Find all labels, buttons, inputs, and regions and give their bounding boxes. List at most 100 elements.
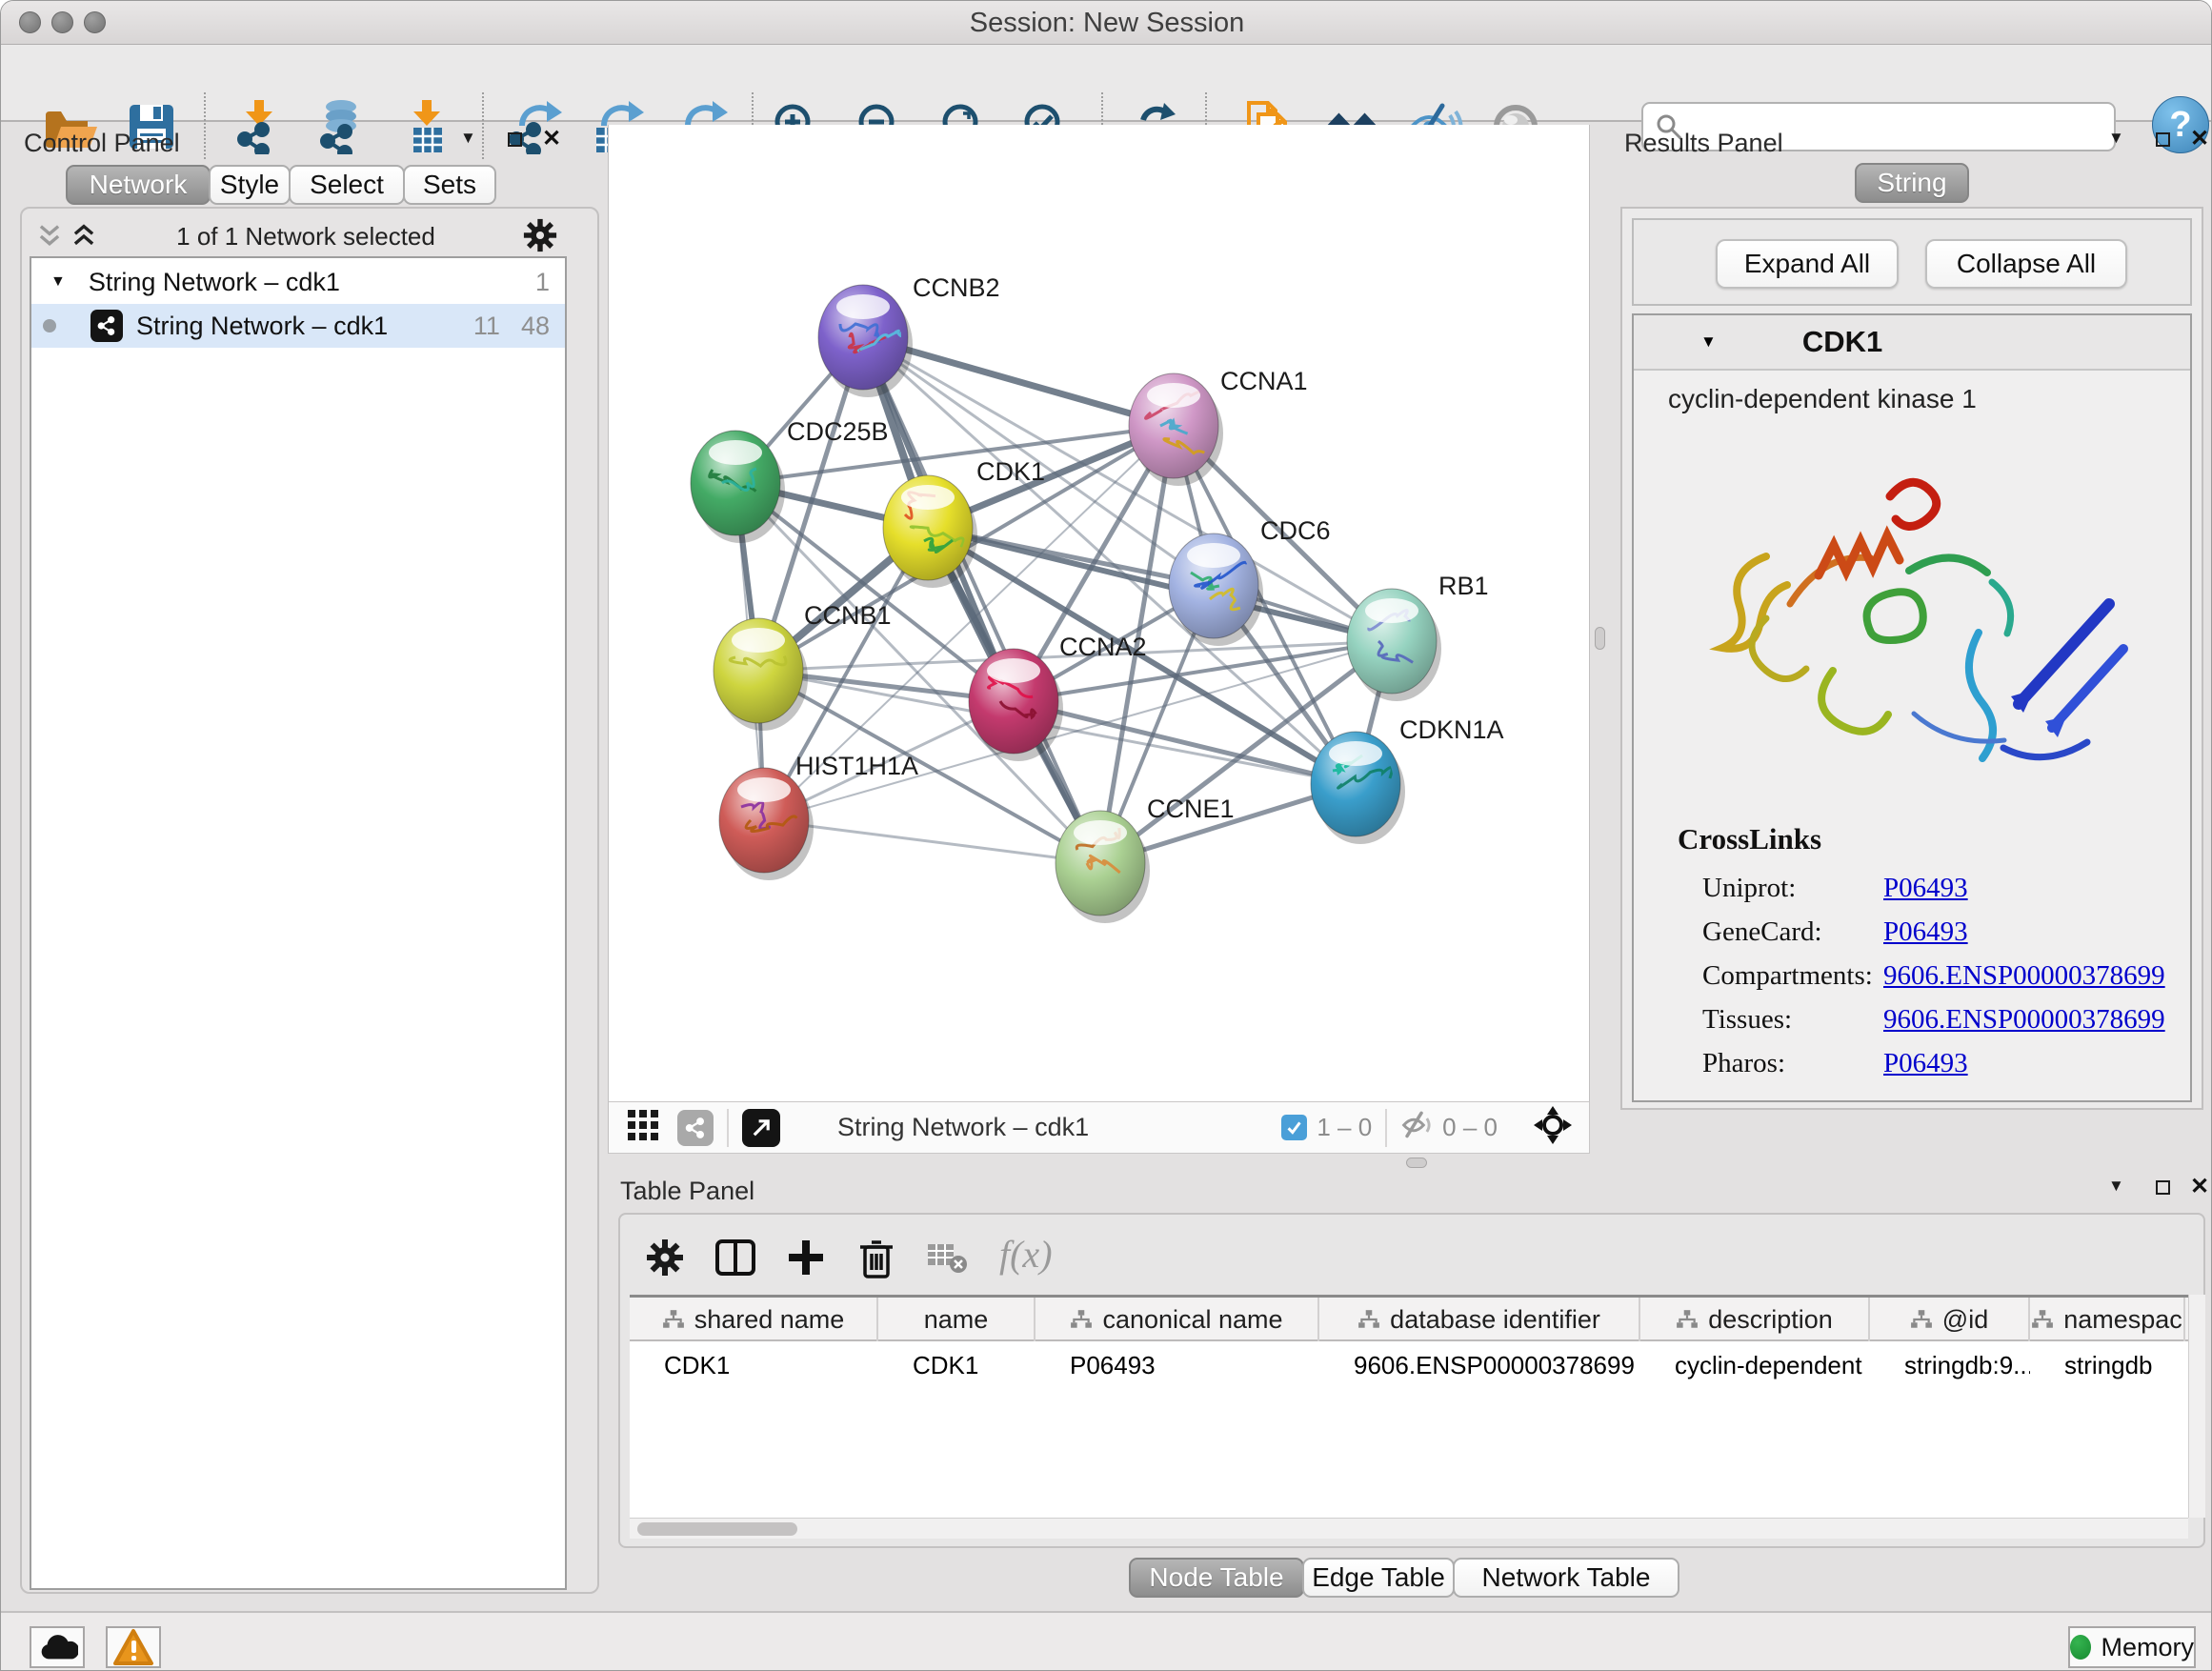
selected-checkbox-icon[interactable] <box>1281 1115 1307 1140</box>
expand-all-button[interactable]: Expand All <box>1716 239 1899 289</box>
delete-column-button[interactable] <box>853 1234 900 1281</box>
node-label-HIST1H1A: HIST1H1A <box>795 752 918 780</box>
gene-description: cyclin-dependent kinase 1 <box>1668 384 1977 414</box>
cell[interactable]: cyclin-dependent ... <box>1640 1343 1870 1387</box>
network-collection-row[interactable]: ▼ String Network – cdk1 1 <box>31 260 565 304</box>
node-CCNA2[interactable] <box>969 649 1063 761</box>
add-column-button[interactable] <box>782 1234 830 1281</box>
results-panel-float-button[interactable] <box>2156 132 2170 151</box>
crosslink-label: Pharos: <box>1702 1048 1883 1079</box>
open-in-new-window-button[interactable] <box>742 1109 780 1147</box>
edge-HIST1H1A-CCNE1[interactable] <box>764 820 1100 863</box>
cell[interactable]: P06493 <box>1036 1343 1319 1387</box>
tab-select[interactable]: Select <box>289 165 405 205</box>
toolbar-divider <box>482 92 484 159</box>
warnings-button[interactable] <box>106 1626 161 1668</box>
column-header--id[interactable]: @id <box>1870 1298 2030 1341</box>
table-options-gear-button[interactable] <box>641 1234 689 1281</box>
node-CDK1[interactable] <box>883 475 977 588</box>
disclosure-triangle-icon[interactable]: ▼ <box>1700 332 1717 352</box>
crosslink-link[interactable]: P06493 <box>1883 916 1968 948</box>
control-panel-collapse-button[interactable]: ▼ <box>460 129 476 148</box>
cell[interactable]: CDK1 <box>630 1343 878 1387</box>
function-builder-button[interactable]: f(x) <box>999 1232 1053 1277</box>
crosslink-link[interactable]: P06493 <box>1883 873 1968 904</box>
table-row[interactable]: CDK1CDK1P064939606.ENSP00000378699cyclin… <box>630 1343 2188 1387</box>
column-header-database-identifier[interactable]: database identifier <box>1319 1298 1640 1341</box>
chevron-down-icon: ▼ <box>460 129 476 147</box>
collapse-all-button[interactable]: Collapse All <box>1925 239 2127 289</box>
crosslinks-title: CrossLinks <box>1678 822 1821 856</box>
cell[interactable]: stringdb <box>2030 1343 2185 1387</box>
tab-string[interactable]: String <box>1855 163 1969 203</box>
cell[interactable]: stringdb:9... <box>1870 1343 2030 1387</box>
column-header-description[interactable]: description <box>1640 1298 1870 1341</box>
node-CCNB2[interactable] <box>818 285 913 397</box>
show-columns-button[interactable] <box>712 1234 759 1281</box>
expand-all-networks-button[interactable] <box>71 224 96 253</box>
collapse-all-networks-button[interactable] <box>37 224 62 253</box>
titlebar: Session: New Session <box>1 1 2212 45</box>
gene-section-header[interactable]: ▼ CDK1 <box>1634 315 2190 371</box>
crosslink-link[interactable]: 9606.ENSP00000378699 <box>1883 1004 2165 1036</box>
splitter-grip[interactable] <box>1595 627 1605 650</box>
network-row-selected[interactable]: String Network – cdk1 11 48 <box>31 304 565 348</box>
birds-eye-view-button[interactable] <box>1532 1104 1574 1151</box>
tab-style[interactable]: Style <box>209 165 291 205</box>
disclosure-triangle-icon[interactable]: ▼ <box>50 273 66 291</box>
column-label: description <box>1708 1305 1833 1335</box>
node-CCNE1[interactable] <box>1056 811 1150 923</box>
vertical-scrollbar[interactable] <box>2188 1295 2205 1518</box>
column-header-namespac[interactable]: namespac <box>2030 1298 2185 1341</box>
network-options-gear-button[interactable] <box>523 218 557 257</box>
table-panel-collapse-button[interactable]: ▼ <box>2108 1177 2124 1196</box>
table-panel-close-button[interactable]: ✕ <box>2190 1173 2209 1200</box>
memory-button[interactable]: Memory <box>2068 1626 2196 1668</box>
import-table-button[interactable] <box>399 98 456 155</box>
node-CDKN1A[interactable] <box>1311 732 1405 844</box>
tab-network[interactable]: Network <box>66 165 211 205</box>
tab-network-table[interactable]: Network Table <box>1453 1558 1679 1598</box>
column-header-name[interactable]: name <box>878 1298 1036 1341</box>
results-panel-collapse-button[interactable]: ▼ <box>2108 129 2124 148</box>
vertical-splitter[interactable] <box>1590 125 1611 1154</box>
table-panel-title: Table Panel <box>620 1177 754 1206</box>
node-CCNB1[interactable] <box>714 618 808 731</box>
delete-table-button-disabled[interactable] <box>923 1234 971 1281</box>
column-label: shared name <box>694 1305 845 1335</box>
results-panel-close-button[interactable]: ✕ <box>2190 125 2209 152</box>
crosslink-link[interactable]: P06493 <box>1883 1048 1968 1079</box>
cloud-status-button[interactable] <box>30 1626 85 1668</box>
control-panel-float-button[interactable] <box>508 132 522 151</box>
table-panel-float-button[interactable] <box>2156 1180 2170 1199</box>
network-share-view-button[interactable] <box>677 1110 714 1146</box>
horizontal-scrollbar[interactable] <box>630 1518 2188 1539</box>
edge-CCNB2-CCNE1[interactable] <box>863 337 1100 863</box>
horizontal-splitter[interactable] <box>608 1154 2212 1171</box>
cell[interactable]: CDK1 <box>878 1343 1036 1387</box>
crosslink-label: GeneCard: <box>1702 916 1883 948</box>
node-RB1[interactable] <box>1347 589 1441 701</box>
tab-sets[interactable]: Sets <box>403 165 496 205</box>
tab-node-table[interactable]: Node Table <box>1129 1558 1304 1598</box>
import-network-button[interactable] <box>231 98 289 155</box>
tab-edge-table[interactable]: Edge Table <box>1302 1558 1455 1598</box>
scrollbar-thumb[interactable] <box>637 1522 797 1536</box>
trash-icon <box>855 1235 898 1280</box>
import-network-from-database-button[interactable] <box>313 98 371 155</box>
crosslink-label: Tissues: <box>1702 1004 1883 1036</box>
grid-view-button[interactable] <box>626 1108 660 1147</box>
network-status-dot-icon <box>43 319 56 332</box>
splitter-grip[interactable] <box>1406 1158 1427 1168</box>
node-CCNA1[interactable] <box>1129 373 1223 486</box>
cell[interactable]: 9606.ENSP00000378699 <box>1319 1343 1640 1387</box>
control-panel-close-button[interactable]: ✕ <box>542 125 561 152</box>
column-header-canonical-name[interactable]: canonical name <box>1036 1298 1319 1341</box>
view-toolbar-divider <box>1385 1109 1387 1147</box>
network-view-canvas[interactable]: CCNB2CCNA1CDC25BCDK1CDC6RB1CCNB1CCNA2CDK… <box>608 125 1590 1101</box>
crosslink-link[interactable]: 9606.ENSP00000378699 <box>1883 960 2165 992</box>
node-CDC25B[interactable] <box>691 431 785 543</box>
column-header-shared-name[interactable]: shared name <box>630 1298 878 1341</box>
status-bar: Memory <box>1 1611 2212 1671</box>
node-HIST1H1A[interactable] <box>719 768 814 880</box>
